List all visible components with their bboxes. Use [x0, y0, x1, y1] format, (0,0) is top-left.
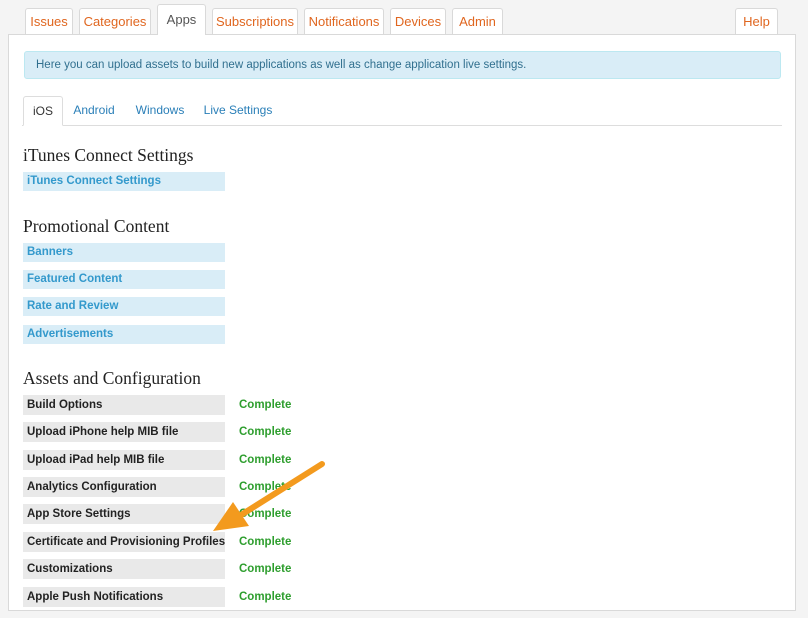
tab-admin[interactable]: Admin — [452, 8, 503, 34]
app-store-settings-link[interactable]: App Store Settings — [23, 504, 225, 524]
asset-row: Upload iPhone help MIB file Complete — [23, 422, 323, 442]
tab-ios[interactable]: iOS — [23, 96, 63, 126]
asset-row: Build Options Complete — [23, 395, 323, 415]
upload-iphone-mib-link[interactable]: Upload iPhone help MIB file — [23, 422, 225, 442]
itunes-connect-settings-link[interactable]: iTunes Connect Settings — [23, 172, 225, 191]
tab-devices[interactable]: Devices — [390, 8, 446, 34]
tab-live-settings[interactable]: Live Settings — [200, 96, 276, 126]
rate-and-review-link[interactable]: Rate and Review — [23, 297, 225, 316]
customizations-link[interactable]: Customizations — [23, 559, 225, 579]
banners-link[interactable]: Banners — [23, 243, 225, 262]
analytics-configuration-link[interactable]: Analytics Configuration — [23, 477, 225, 497]
status-complete: Complete — [239, 563, 292, 575]
status-complete: Complete — [239, 399, 292, 411]
help-button[interactable]: Help — [735, 8, 778, 34]
asset-row: Apple Push Notifications Complete — [23, 587, 323, 607]
advertisements-link[interactable]: Advertisements — [23, 325, 225, 344]
certificate-provisioning-link[interactable]: Certificate and Provisioning Profiles — [23, 532, 225, 552]
tab-issues[interactable]: Issues — [25, 8, 73, 34]
apple-push-notifications-link[interactable]: Apple Push Notifications — [23, 587, 225, 607]
annotation-arrow-icon — [213, 461, 325, 531]
tab-android[interactable]: Android — [68, 96, 120, 126]
main-panel — [8, 34, 796, 611]
build-options-link[interactable]: Build Options — [23, 395, 225, 415]
tab-subscriptions[interactable]: Subscriptions — [212, 8, 298, 34]
itunes-section-title: iTunes Connect Settings — [23, 145, 194, 165]
info-alert: Here you can upload assets to build new … — [24, 51, 781, 79]
status-complete: Complete — [239, 591, 292, 603]
promo-section-title: Promotional Content — [23, 216, 170, 236]
tab-categories[interactable]: Categories — [79, 8, 151, 34]
tab-windows[interactable]: Windows — [131, 96, 189, 126]
status-complete: Complete — [239, 426, 292, 438]
tab-notifications[interactable]: Notifications — [304, 8, 384, 34]
tab-apps[interactable]: Apps — [157, 4, 206, 35]
upload-ipad-mib-link[interactable]: Upload iPad help MIB file — [23, 450, 225, 470]
asset-row: Customizations Complete — [23, 559, 323, 579]
featured-content-link[interactable]: Featured Content — [23, 270, 225, 289]
assets-section-title: Assets and Configuration — [23, 368, 201, 388]
